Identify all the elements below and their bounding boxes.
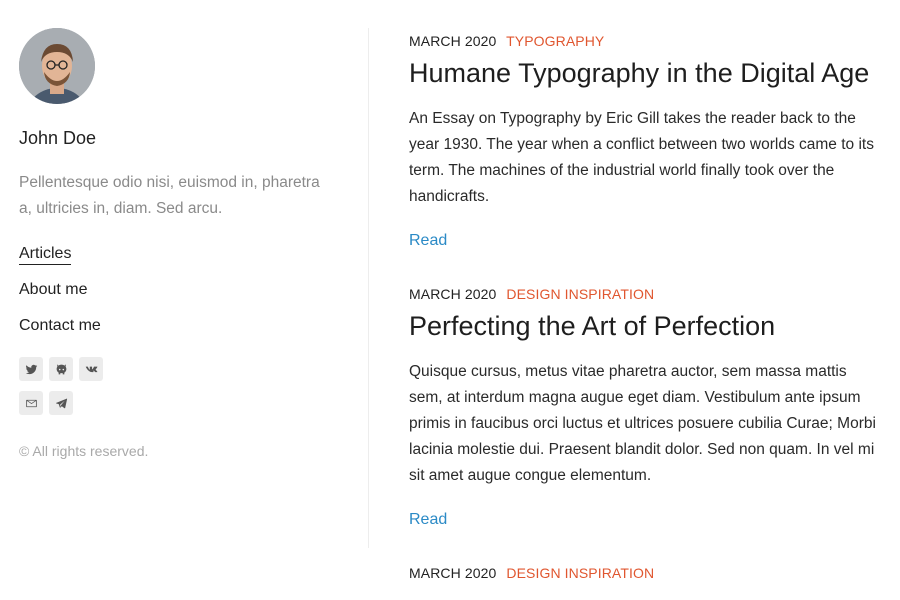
article-list: MARCH 2020 TYPOGRAPHY Humane Typography … bbox=[409, 32, 884, 600]
article-meta: MARCH 2020 TYPOGRAPHY bbox=[409, 32, 884, 50]
article-card: MARCH 2020 DESIGN INSPIRATION Perfecting… bbox=[409, 285, 884, 529]
article-title[interactable]: Humane Typography in the Digital Age bbox=[409, 56, 884, 90]
article-category-link[interactable]: DESIGN INSPIRATION bbox=[506, 286, 654, 302]
nav-item-label: Articles bbox=[19, 245, 72, 265]
author-name: John Doe bbox=[19, 128, 97, 148]
read-link[interactable]: Read bbox=[409, 511, 447, 529]
copyright-text: © All rights reserved. bbox=[19, 443, 149, 459]
article-meta: MARCH 2020 DESIGN INSPIRATION bbox=[409, 285, 884, 303]
nav-item-label: Contact me bbox=[19, 317, 101, 334]
avatar[interactable] bbox=[19, 28, 95, 104]
article-meta: MARCH 2020 DESIGN INSPIRATION bbox=[409, 564, 884, 582]
twitter-button[interactable] bbox=[19, 357, 43, 381]
read-link[interactable]: Read bbox=[409, 232, 447, 250]
nav-item-about[interactable]: About me bbox=[19, 280, 339, 300]
sidebar-nav: Articles About me Contact me bbox=[19, 244, 339, 336]
article-excerpt: Quisque cursus, metus vitae pharetra auc… bbox=[409, 363, 876, 484]
article-card: MARCH 2020 DESIGN INSPIRATION bbox=[409, 564, 884, 582]
author-bio: Pellentesque odio nisi, euismod in, phar… bbox=[19, 174, 320, 217]
article-category-link[interactable]: DESIGN INSPIRATION bbox=[506, 565, 654, 581]
vk-button[interactable] bbox=[79, 357, 103, 381]
sidebar: John Doe Pellentesque odio nisi, euismod… bbox=[19, 28, 339, 459]
telegram-icon bbox=[55, 398, 67, 408]
article-category-link[interactable]: TYPOGRAPHY bbox=[506, 33, 604, 49]
vk-icon bbox=[85, 366, 97, 372]
mail-button[interactable] bbox=[19, 391, 43, 415]
social-links bbox=[19, 357, 119, 415]
github-button[interactable] bbox=[49, 357, 73, 381]
telegram-button[interactable] bbox=[49, 391, 73, 415]
nav-item-label: About me bbox=[19, 281, 88, 298]
twitter-icon bbox=[25, 364, 37, 374]
article-date: MARCH 2020 bbox=[409, 33, 497, 49]
article-date: MARCH 2020 bbox=[409, 286, 497, 302]
page: John Doe Pellentesque odio nisi, euismod… bbox=[0, 0, 900, 600]
avatar-image bbox=[19, 28, 95, 104]
nav-item-articles[interactable]: Articles bbox=[19, 244, 339, 265]
article-date: MARCH 2020 bbox=[409, 565, 497, 581]
sidebar-divider bbox=[368, 28, 369, 548]
mail-icon bbox=[25, 399, 37, 407]
article-excerpt: An Essay on Typography by Eric Gill take… bbox=[409, 110, 874, 205]
article-title[interactable]: Perfecting the Art of Perfection bbox=[409, 309, 884, 343]
nav-item-contact[interactable]: Contact me bbox=[19, 316, 339, 336]
github-icon bbox=[56, 363, 66, 374]
article-card: MARCH 2020 TYPOGRAPHY Humane Typography … bbox=[409, 32, 884, 250]
